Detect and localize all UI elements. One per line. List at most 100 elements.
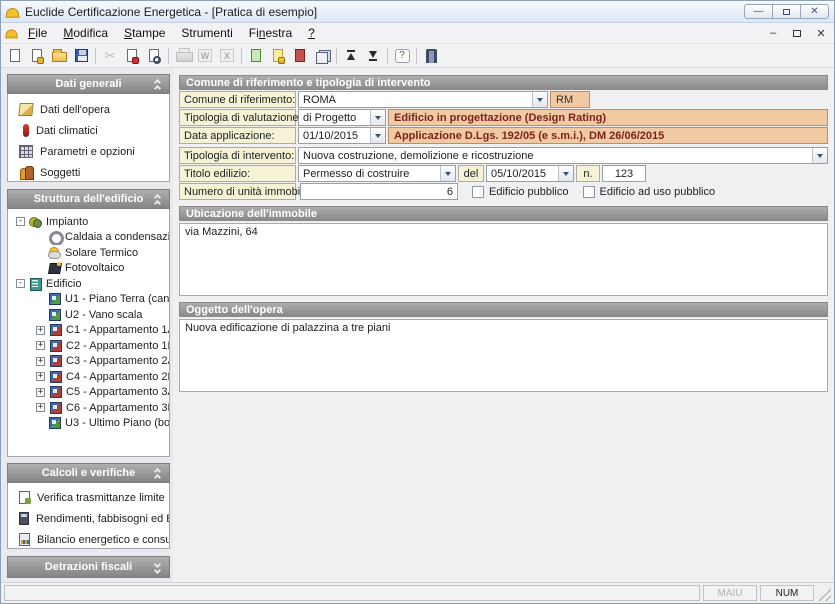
sidebar-item-bilancio[interactable]: Bilancio energetico e consumi <box>8 529 169 549</box>
archive-icon <box>316 50 329 62</box>
find-check-button[interactable] <box>143 46 165 66</box>
copy-archive-button[interactable] <box>311 46 333 66</box>
resize-grip[interactable] <box>817 587 831 601</box>
expand-node-icon[interactable]: + <box>36 403 45 412</box>
new-document-button[interactable] <box>4 46 26 66</box>
new-practice-button[interactable] <box>26 46 48 66</box>
expand-node-icon[interactable]: + <box>36 372 45 381</box>
import-file-button[interactable] <box>245 46 267 66</box>
expand-node-icon[interactable]: + <box>36 357 45 366</box>
add-file-button[interactable] <box>267 46 289 66</box>
sidebar-item-verifica-trasmittanze[interactable]: Verifica trasmittanze limite <box>8 487 169 508</box>
tree-node-c3[interactable]: +C3 - Appartamento 2A <box>10 354 169 370</box>
menu-stampe[interactable]: Stampe <box>116 24 173 42</box>
dropdown-arrow-icon[interactable] <box>558 166 573 181</box>
collapse-all-button[interactable] <box>340 46 362 66</box>
help-button[interactable]: ? <box>391 46 413 66</box>
open-button[interactable] <box>48 46 70 66</box>
sidebar-item-parametri[interactable]: Parametri e opzioni <box>8 141 169 162</box>
sidebar-item-rendimenti[interactable]: Rendimenti, fabbisogni ed EP <box>8 508 169 529</box>
find-check-icon <box>149 49 159 62</box>
sidebar-item-dati-opera[interactable]: Dati dell'opera <box>8 99 169 120</box>
chevron-down-icon[interactable] <box>152 561 162 573</box>
expand-node-icon[interactable]: + <box>36 341 45 350</box>
intervento-combobox[interactable]: Nuova costruzione, demolizione e ricostr… <box>298 147 828 164</box>
sidebar-item-dati-climatici[interactable]: Dati climatici <box>8 120 169 141</box>
dropdown-arrow-icon[interactable] <box>812 148 827 163</box>
chevron-up-icon[interactable] <box>152 194 162 206</box>
data-titolo-combobox[interactable]: 05/10/2015 <box>486 165 574 182</box>
close-button[interactable]: ✕ <box>800 4 829 19</box>
ubicazione-textarea[interactable]: via Mazzini, 64 <box>179 223 828 296</box>
tree-node-c4[interactable]: +C4 - Appartamento 2B <box>10 369 169 385</box>
add-file-icon <box>273 49 283 62</box>
save-button[interactable] <box>70 46 92 66</box>
collapse-node-icon[interactable]: - <box>16 217 25 226</box>
dropdown-arrow-icon[interactable] <box>440 166 455 181</box>
comune-combobox[interactable]: ROMA <box>298 91 548 108</box>
sidebar-item-label: Dati climatici <box>36 125 98 137</box>
chevron-up-icon[interactable] <box>152 468 162 480</box>
tree-node-u3[interactable]: U3 - Ultimo Piano (box e rip <box>10 416 169 432</box>
tree-node-impianto[interactable]: -Impianto <box>10 214 169 230</box>
tree-node-c2[interactable]: +C2 - Appartamento 1B <box>10 338 169 354</box>
tree-node-edificio[interactable]: -Edificio <box>10 276 169 292</box>
checkbox-icon[interactable] <box>472 186 484 198</box>
mdi-close-button[interactable]: ✕ <box>812 26 830 40</box>
maximize-icon <box>783 9 790 15</box>
menu-modifica[interactable]: Modifica <box>55 24 116 42</box>
mdi-restore-button[interactable] <box>788 26 806 40</box>
dropdown-arrow-icon[interactable] <box>370 128 385 143</box>
collapse-node-icon[interactable]: - <box>16 279 25 288</box>
tree-node-u1[interactable]: U1 - Piano Terra (cantine e <box>10 292 169 308</box>
chevron-up-icon[interactable] <box>152 79 162 91</box>
valutazione-combobox[interactable]: di Progetto <box>298 109 386 126</box>
panel-header-dati-generali[interactable]: Dati generali <box>7 74 170 94</box>
exit-button[interactable] <box>420 46 442 66</box>
minimize-button[interactable]: — <box>744 4 773 19</box>
oggetto-textarea[interactable]: Nuova edificazione di palazzina a tre pi… <box>179 319 828 392</box>
tree-node-u2[interactable]: U2 - Vano scala <box>10 307 169 323</box>
menu-file[interactable]: File <box>20 24 55 42</box>
cut-button[interactable]: ✂ <box>99 46 121 66</box>
print-button[interactable] <box>172 46 194 66</box>
data-applicazione-combobox[interactable]: 01/10/2015 <box>298 127 386 144</box>
expand-all-button[interactable] <box>362 46 384 66</box>
numero-titolo-input[interactable]: 123 <box>602 165 646 182</box>
tree-node-c5[interactable]: +C5 - Appartamento 3A <box>10 385 169 401</box>
export-word-button[interactable]: W <box>194 46 216 66</box>
edificio-uso-pubblico-checkbox[interactable]: Edificio ad uso pubblico <box>583 183 716 200</box>
export-excel-button[interactable]: X <box>216 46 238 66</box>
dropdown-arrow-icon[interactable] <box>370 110 385 125</box>
valutazione-info: Edificio in progettazione (Design Rating… <box>388 109 828 126</box>
toolbar-separator <box>241 48 242 64</box>
panel-title: Detrazioni fiscali <box>45 561 132 573</box>
tree-node-fotovoltaico[interactable]: Fotovoltaico <box>10 261 169 277</box>
titolo-combobox[interactable]: Permesso di costruire <box>298 165 456 182</box>
expand-node-icon[interactable]: + <box>36 388 45 397</box>
caps-lock-indicator: MAIU <box>703 585 757 601</box>
menu-finestra[interactable]: Finestra <box>241 24 300 42</box>
check-data-button[interactable] <box>121 46 143 66</box>
tree-node-solare[interactable]: Solare Termico <box>10 245 169 261</box>
tree-node-caldaia[interactable]: Caldaia a condensazione <box>10 230 169 246</box>
toolbar-separator <box>416 48 417 64</box>
sidebar-item-soggetti[interactable]: Soggetti <box>8 162 169 182</box>
del-label: del <box>458 165 484 182</box>
menu-strumenti[interactable]: Strumenti <box>173 24 240 42</box>
expand-node-icon[interactable]: + <box>36 326 45 335</box>
maximize-button[interactable] <box>772 4 801 19</box>
panel-title: Calcoli e verifiche <box>42 467 136 479</box>
edificio-pubblico-checkbox[interactable]: Edificio pubblico <box>472 183 569 200</box>
mdi-minimize-button[interactable]: – <box>764 26 782 40</box>
menu-help[interactable]: ? <box>300 24 323 42</box>
panel-header-detrazioni[interactable]: Detrazioni fiscali <box>7 556 170 578</box>
panel-header-struttura[interactable]: Struttura dell'edificio <box>7 189 170 209</box>
export-pdf-button[interactable] <box>289 46 311 66</box>
numero-unita-input[interactable]: 6 <box>300 183 458 200</box>
tree-node-c6[interactable]: +C6 - Appartamento 3B <box>10 400 169 416</box>
tree-node-c1[interactable]: +C1 - Appartamento 1A <box>10 323 169 339</box>
checkbox-icon[interactable] <box>583 186 595 198</box>
panel-header-calcoli[interactable]: Calcoli e verifiche <box>7 463 170 483</box>
dropdown-arrow-icon[interactable] <box>532 92 547 107</box>
